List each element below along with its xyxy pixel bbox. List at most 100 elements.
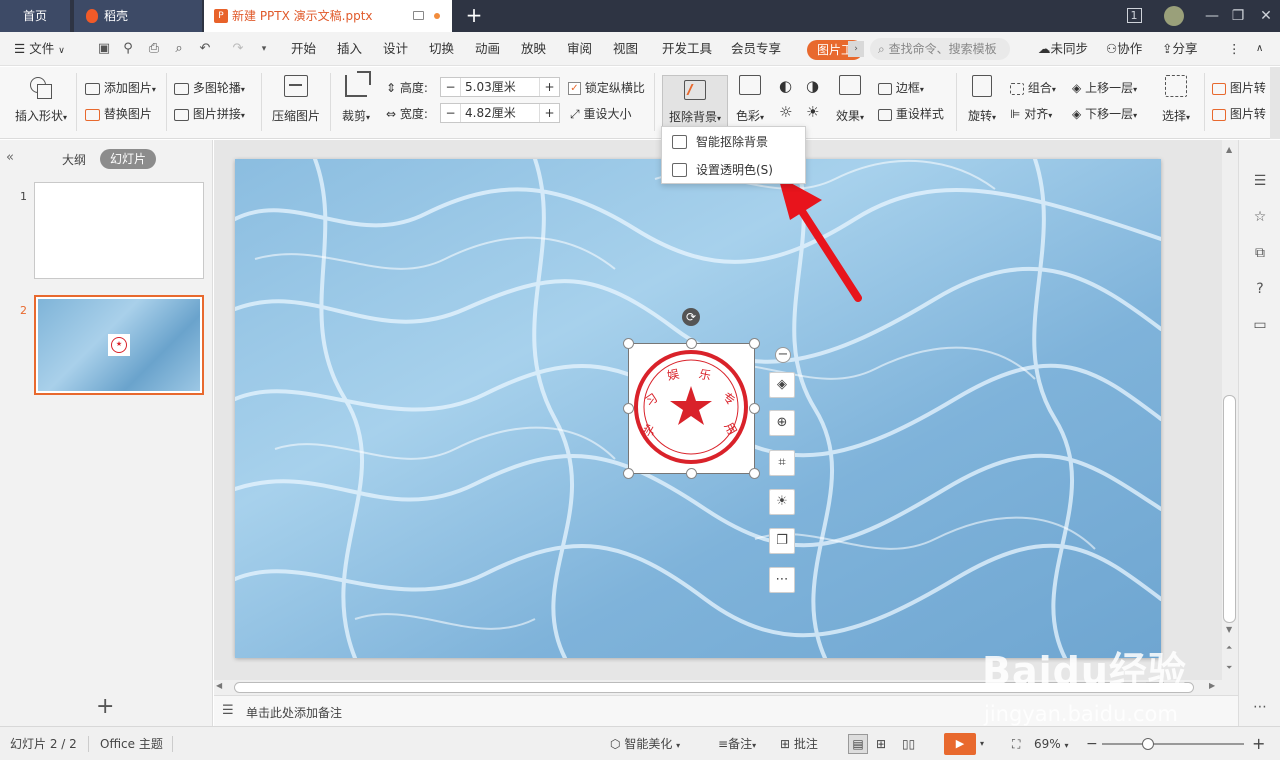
contrast-decrease-icon[interactable]: ◑ (806, 77, 819, 95)
grid-view-icon[interactable]: ⊞ (876, 727, 886, 760)
notes-toggle-button[interactable]: ≡备注▾ (718, 727, 756, 760)
previous-slide-icon[interactable]: ⏶ (1226, 643, 1232, 653)
menu-item-design[interactable]: 设计 (383, 32, 408, 66)
border-button[interactable]: 边框▾ (878, 79, 924, 96)
remove-background-button[interactable]: 抠除背景▾ (662, 75, 728, 131)
search-input[interactable]: ⌕ 查找命令、搜索模板 (870, 38, 1010, 60)
set-transparent-color-item[interactable]: 设置透明色(S) (662, 157, 805, 183)
menu-item-start[interactable]: 开始 (291, 32, 316, 66)
height-stepper[interactable]: − 5.03厘米 + (440, 77, 560, 97)
help-icon[interactable]: ? (1251, 280, 1269, 298)
zoom-out-button[interactable]: − (1086, 727, 1098, 760)
bring-forward-button[interactable]: ◈ 上移一层▾ (1072, 79, 1137, 96)
smart-beautify-button[interactable]: ⬡ 智能美化 ▾ (610, 727, 680, 760)
crop-button[interactable]: 裁剪▾ (338, 71, 374, 124)
vertical-scroll-thumb[interactable] (1223, 395, 1236, 623)
lightbulb-icon[interactable]: ☀ (769, 489, 795, 515)
slideshow-dropdown-icon[interactable]: ▾ (980, 727, 984, 760)
reset-size-button[interactable]: ⤢ 重设大小 (570, 105, 631, 122)
scroll-down-icon[interactable]: ▼ (1226, 625, 1232, 634)
more-icon[interactable]: ⋮ (1228, 32, 1241, 66)
print-icon[interactable]: ⎙ (146, 41, 162, 57)
scroll-up-icon[interactable]: ▲ (1226, 145, 1232, 154)
height-decrease-button[interactable]: − (441, 78, 461, 96)
star-icon[interactable]: ☆ (1251, 208, 1269, 226)
resize-handle-s[interactable] (686, 468, 697, 479)
height-increase-button[interactable]: + (539, 78, 559, 96)
window-count-badge[interactable]: 1 (1118, 0, 1150, 32)
sync-button[interactable]: ☁未同步 (1038, 32, 1088, 66)
stamp-image[interactable]: 学 习 娱 乐 专 用 (628, 343, 755, 474)
ribbon-scroll-right[interactable] (1270, 67, 1280, 139)
resize-handle-sw[interactable] (623, 468, 634, 479)
replace-picture-button[interactable]: 替换图片 (85, 105, 152, 122)
tab-scroll-right-icon[interactable]: › (848, 41, 864, 57)
next-slide-icon[interactable]: ⏷ (1226, 663, 1232, 673)
fit-window-icon[interactable]: ⛶ (1012, 727, 1020, 760)
archive-icon[interactable]: ▭ (1251, 316, 1269, 334)
collapse-ribbon-icon[interactable]: ∧ (1256, 32, 1263, 66)
slide-thumbnail-1[interactable] (34, 182, 204, 279)
collab-button[interactable]: ⚇协作 (1106, 32, 1142, 66)
print-preview-icon[interactable]: ⌕ (171, 41, 187, 57)
new-tab-button[interactable]: + (462, 0, 486, 32)
theme-name[interactable]: Office 主题 (100, 727, 163, 760)
menu-item-transition[interactable]: 切换 (429, 32, 454, 66)
menu-item-insert[interactable]: 插入 (337, 32, 362, 66)
effects-button[interactable]: 效果▾ (832, 75, 868, 124)
tab-document[interactable]: P 新建 PPTX 演示文稿.pptx (204, 0, 452, 32)
menu-item-review[interactable]: 审阅 (567, 32, 592, 66)
avatar[interactable] (1158, 0, 1190, 32)
resize-handle-w[interactable] (623, 403, 634, 414)
align-button[interactable]: ⊫ 对齐▾ (1010, 105, 1052, 122)
resize-handle-nw[interactable] (623, 338, 634, 349)
save-icon[interactable]: ▣ (96, 41, 112, 57)
resize-handle-n[interactable] (686, 338, 697, 349)
smart-remove-background-item[interactable]: 智能抠除背景 (662, 129, 805, 155)
menu-item-slideshow[interactable]: 放映 (521, 32, 546, 66)
sidebar-more-icon[interactable]: ⋯ (1251, 698, 1269, 716)
more-tools-icon[interactable]: ⋯ (769, 567, 795, 593)
share-button[interactable]: ⇪分享 (1162, 32, 1198, 66)
transition-icon[interactable]: ⧉ (1251, 244, 1269, 262)
picture-convert-button-1[interactable]: 图片转 (1212, 79, 1266, 96)
contrast-increase-icon[interactable]: ◐ (779, 77, 792, 95)
zoom-slider-thumb[interactable] (1142, 738, 1154, 750)
compress-picture-button[interactable]: 压缩图片 (268, 75, 324, 124)
width-value[interactable]: 4.82厘米 (465, 104, 539, 122)
width-decrease-button[interactable]: − (441, 104, 461, 122)
resize-handle-e[interactable] (749, 403, 760, 414)
zoom-level[interactable]: 69% ▾ (1034, 727, 1069, 760)
monitor-icon[interactable] (413, 11, 424, 20)
tab-outline[interactable]: 大纲 (62, 151, 86, 168)
normal-view-icon[interactable]: ▤ (848, 734, 868, 754)
collapse-panel-icon[interactable]: « (6, 150, 14, 165)
picture-convert-button-2[interactable]: 图片转 (1212, 105, 1266, 122)
brightness-increase-icon[interactable]: ☼ (779, 103, 792, 121)
redo-icon[interactable]: ↷ (230, 41, 246, 57)
rotate-handle-icon[interactable]: ⟳ (682, 308, 700, 326)
vertical-scrollbar[interactable]: ▲ ▼ ⏶ ⏷ (1222, 140, 1238, 695)
scroll-left-icon[interactable]: ◀ (216, 681, 222, 690)
comments-button[interactable]: ⊞ 批注 (780, 727, 818, 760)
scroll-right-icon[interactable]: ▶ (1209, 681, 1215, 690)
file-menu[interactable]: ☰ 文件 ∨ (14, 32, 65, 66)
width-increase-button[interactable]: + (539, 104, 559, 122)
width-stepper[interactable]: − 4.82厘米 + (440, 103, 560, 123)
copy-picture-icon[interactable]: ❐ (769, 528, 795, 554)
collapse-toolbar-icon[interactable]: − (775, 347, 791, 363)
play-slideshow-button[interactable]: ▶ (944, 733, 976, 755)
tab-daoke[interactable]: 稻壳 (74, 0, 202, 32)
menu-item-developer[interactable]: 开发工具 (662, 32, 712, 66)
send-backward-button[interactable]: ◈ 下移一层▾ (1072, 105, 1137, 122)
zoom-in-button[interactable]: + (1252, 727, 1265, 760)
slide-thumbnail-2[interactable]: ★ (34, 295, 204, 395)
tab-home[interactable]: 首页 (0, 0, 70, 32)
zoom-in-icon[interactable]: ⊕ (769, 410, 795, 436)
add-slide-button[interactable]: + (96, 694, 114, 719)
multi-carousel-button[interactable]: 多图轮播▾ (174, 79, 245, 96)
crop-tool-icon[interactable]: ⌗ (769, 450, 795, 476)
layers-icon[interactable]: ◈ (769, 372, 795, 398)
close-icon[interactable]: ✕ (1250, 0, 1280, 32)
insert-shape-button[interactable]: 插入形状▾ (12, 75, 70, 124)
